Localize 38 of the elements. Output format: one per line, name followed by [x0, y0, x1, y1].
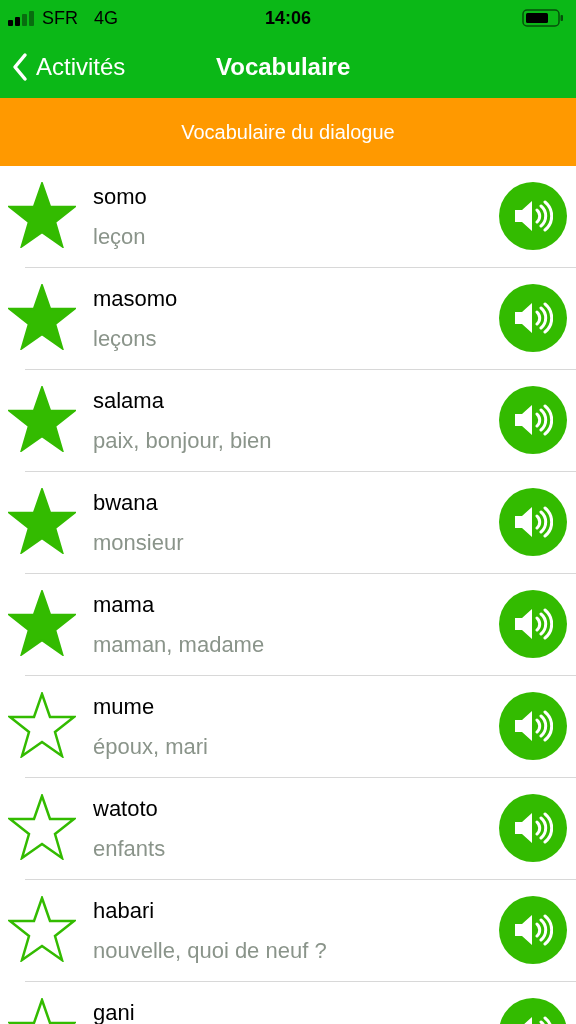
- back-button[interactable]: Activités: [0, 49, 126, 85]
- translation-text: paix, bonjour, bien: [93, 428, 273, 454]
- section-header: Vocabulaire du dialogue: [0, 98, 576, 166]
- speaker-icon: [513, 505, 553, 539]
- page-title: Vocabulaire: [216, 52, 351, 82]
- word-text: bwana: [93, 490, 159, 516]
- filled-star-icon[interactable]: [8, 590, 76, 656]
- translation-text: nouvelle, quoi de neuf ?: [93, 938, 328, 964]
- word-text: mama: [93, 592, 156, 618]
- speaker-icon: [513, 403, 553, 437]
- translation-text: époux, mari: [93, 734, 209, 760]
- translation-text: leçon: [93, 224, 147, 250]
- speaker-icon: [513, 811, 553, 845]
- translation-text: maman, madame: [93, 632, 266, 658]
- clock-time: 14:06: [265, 6, 311, 30]
- speaker-icon: [513, 199, 553, 233]
- speaker-icon: [513, 607, 553, 641]
- translation-text: leçons: [93, 326, 158, 352]
- word-text: masomo: [93, 286, 179, 312]
- word-text: mume: [93, 694, 156, 720]
- carrier-label: SFR: [42, 6, 78, 30]
- word-text: somo: [93, 184, 148, 210]
- network-label: 4G: [94, 6, 118, 30]
- word-text: gani: [93, 1000, 136, 1024]
- speaker-icon: [513, 301, 553, 335]
- filled-star-icon[interactable]: [8, 488, 76, 554]
- word-text: salama: [93, 388, 165, 414]
- chevron-left-icon: [12, 52, 28, 82]
- word-text: habari: [93, 898, 156, 924]
- speaker-icon: [513, 913, 553, 947]
- speaker-icon: [513, 709, 553, 743]
- filled-star-icon[interactable]: [8, 284, 76, 350]
- filled-star-icon[interactable]: [8, 386, 76, 452]
- translation-text: enfants: [93, 836, 167, 862]
- filled-star-icon[interactable]: [8, 182, 76, 248]
- translation-text: monsieur: [93, 530, 185, 556]
- battery-icon: [522, 8, 564, 28]
- word-text: watoto: [93, 796, 159, 822]
